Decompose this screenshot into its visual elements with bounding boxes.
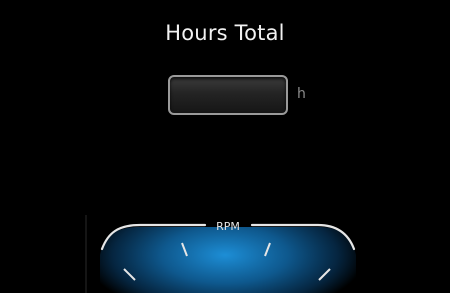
hours-total-screen: Hours Total h RPM xyxy=(0,0,450,293)
rpm-gauge: RPM xyxy=(85,214,368,293)
page-title: Hours Total xyxy=(165,21,285,45)
gauge-glow-face xyxy=(100,227,356,293)
hours-unit-label: h xyxy=(297,86,306,102)
gauge-rpm-label: RPM xyxy=(216,220,240,233)
hours-total-field[interactable] xyxy=(168,75,288,115)
